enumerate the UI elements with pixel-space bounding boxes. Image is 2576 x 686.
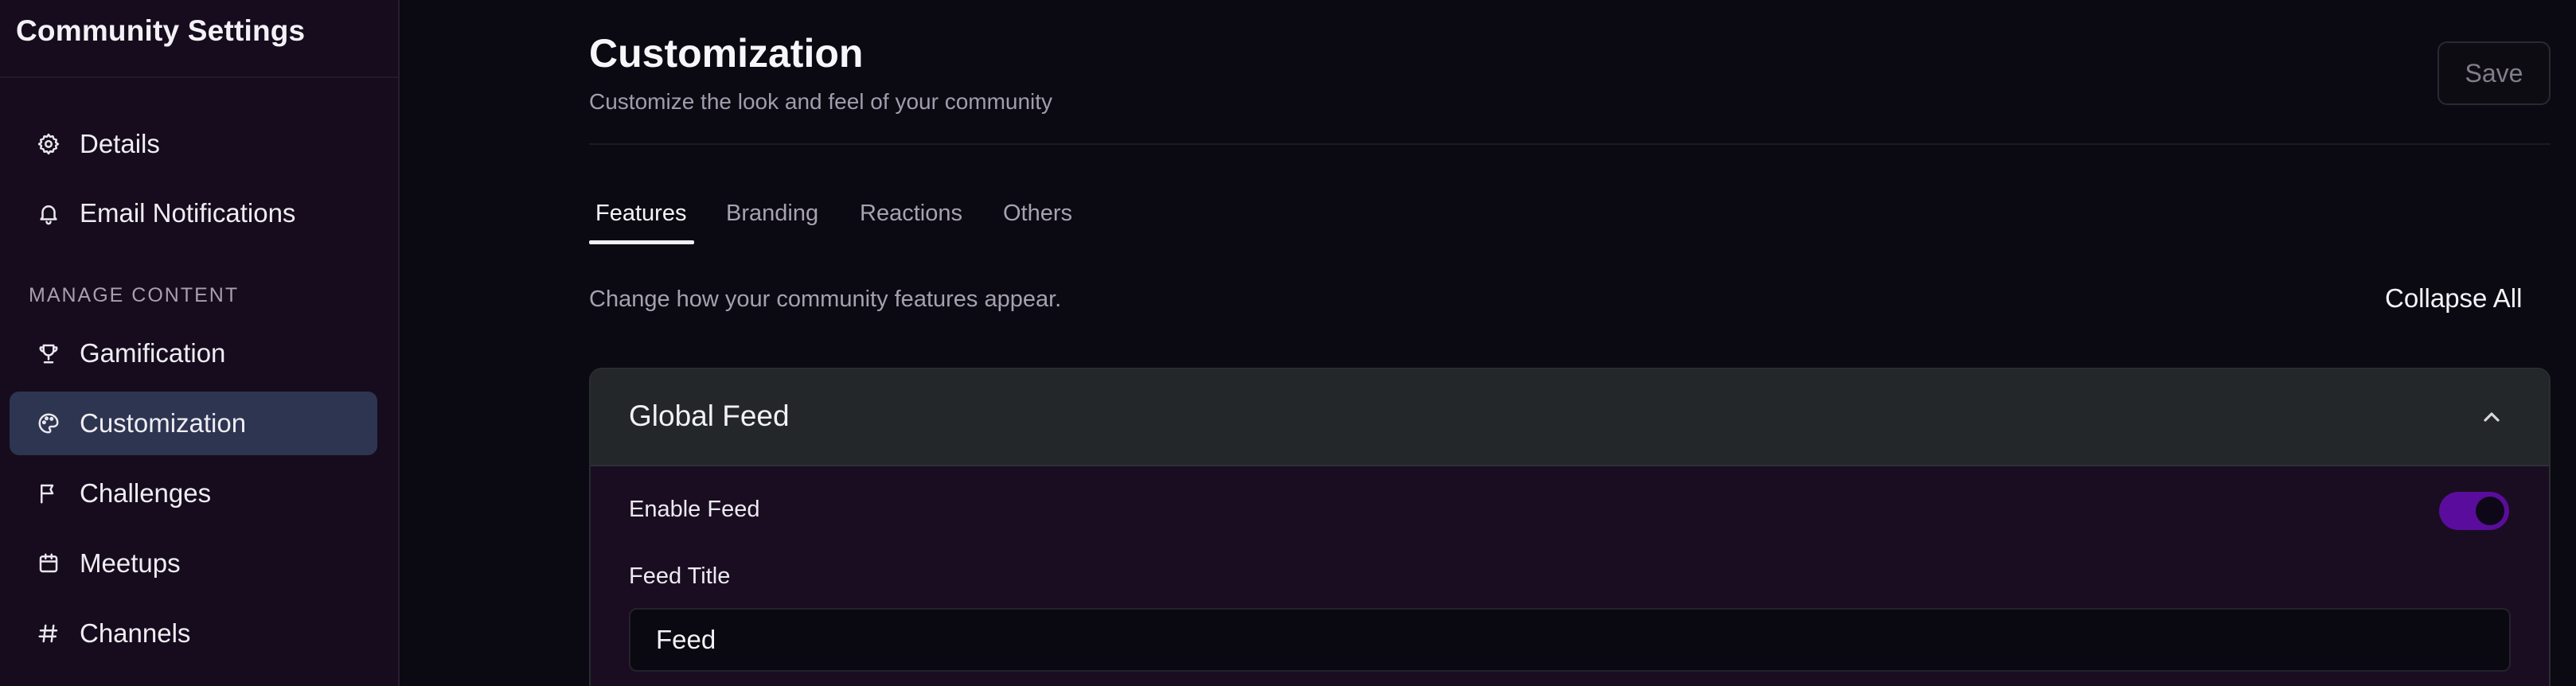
bell-icon	[35, 200, 62, 227]
sidebar-title: Community Settings	[16, 14, 306, 47]
tab-reactions[interactable]: Reactions	[860, 197, 962, 248]
palette-icon	[35, 410, 62, 437]
sidebar-item-label: Challenges	[80, 478, 212, 508]
toggle-knob	[2476, 497, 2504, 525]
enable-feed-label: Enable Feed	[629, 497, 760, 522]
sidebar-item-email-notifications[interactable]: Email Notifications	[10, 181, 377, 245]
sidebar-item-label: Channels	[80, 618, 191, 648]
page-title: Customization	[589, 31, 864, 76]
section-description: Change how your community features appea…	[589, 286, 1062, 312]
section-label-manage-content: MANAGE CONTENT	[29, 284, 240, 306]
tab-branding[interactable]: Branding	[726, 197, 818, 248]
sidebar-divider	[0, 76, 398, 78]
app-root: Community Settings Details Email Notific…	[0, 0, 2576, 686]
chevron-up-icon[interactable]	[2479, 404, 2504, 430]
sidebar-item-meetups[interactable]: Meetups	[10, 532, 377, 595]
feed-title-label: Feed Title	[629, 563, 731, 589]
enable-feed-toggle[interactable]	[2439, 492, 2509, 530]
global-feed-card: Global Feed Enable Feed Feed Title	[589, 368, 2551, 686]
hash-icon	[35, 620, 62, 647]
page-subtitle: Customize the look and feel of your comm…	[589, 89, 1053, 114]
tab-others[interactable]: Others	[1003, 197, 1072, 248]
feed-title-input[interactable]	[629, 608, 2511, 672]
sidebar-item-channels[interactable]: Channels	[10, 602, 377, 665]
sidebar-item-customization[interactable]: Customization	[10, 392, 377, 455]
card-header[interactable]: Global Feed	[591, 369, 2549, 466]
header-divider	[589, 143, 2551, 145]
trophy-icon	[35, 340, 62, 367]
save-button[interactable]: Save	[2437, 41, 2551, 105]
sidebar-item-label: Meetups	[80, 548, 181, 578]
sidebar-item-challenges[interactable]: Challenges	[10, 462, 377, 525]
gear-icon	[35, 131, 62, 158]
sidebar-item-label: Gamification	[80, 338, 226, 368]
active-tab-indicator	[589, 240, 694, 244]
sidebar-item-label: Customization	[80, 408, 247, 438]
sidebar: Community Settings Details Email Notific…	[0, 0, 400, 686]
sidebar-item-label: Details	[80, 129, 160, 158]
sidebar-item-details[interactable]: Details	[10, 112, 377, 176]
card-title: Global Feed	[629, 400, 790, 432]
collapse-all-button[interactable]: Collapse All	[2385, 283, 2522, 314]
sidebar-item-label: Email Notifications	[80, 198, 296, 228]
flag-icon	[35, 480, 62, 507]
calendar-icon	[35, 550, 62, 577]
sidebar-item-gamification[interactable]: Gamification	[10, 322, 377, 385]
